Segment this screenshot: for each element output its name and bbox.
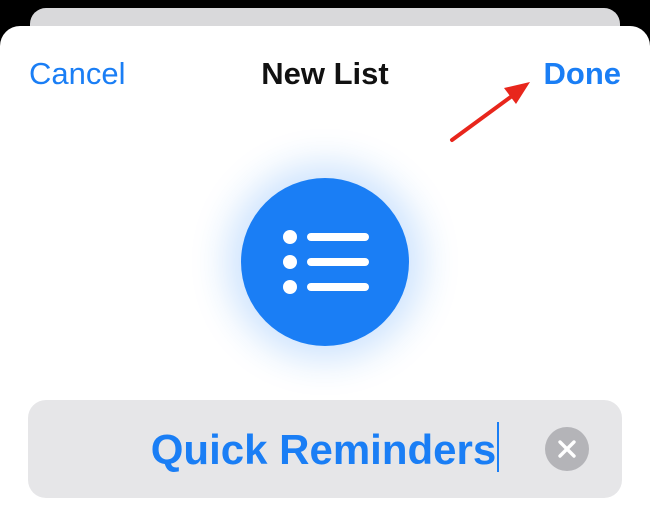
list-icon-circle[interactable] [241,178,409,346]
list-name-input[interactable]: Quick Reminders [28,422,622,477]
screen: Cancel New List Done Quick Reminders [0,0,650,532]
new-list-sheet: Cancel New List Done Quick Reminders [0,26,650,532]
annotation-arrow-icon [450,82,530,142]
list-bullet-icon [283,230,369,294]
navigation-bar: Cancel New List Done [0,26,650,118]
list-name-field[interactable]: Quick Reminders [28,400,622,498]
list-name-text: Quick Reminders [150,426,497,473]
clear-text-button[interactable] [545,427,589,471]
done-button[interactable]: Done [544,54,622,94]
clear-x-icon [558,440,576,458]
text-caret [497,422,500,472]
